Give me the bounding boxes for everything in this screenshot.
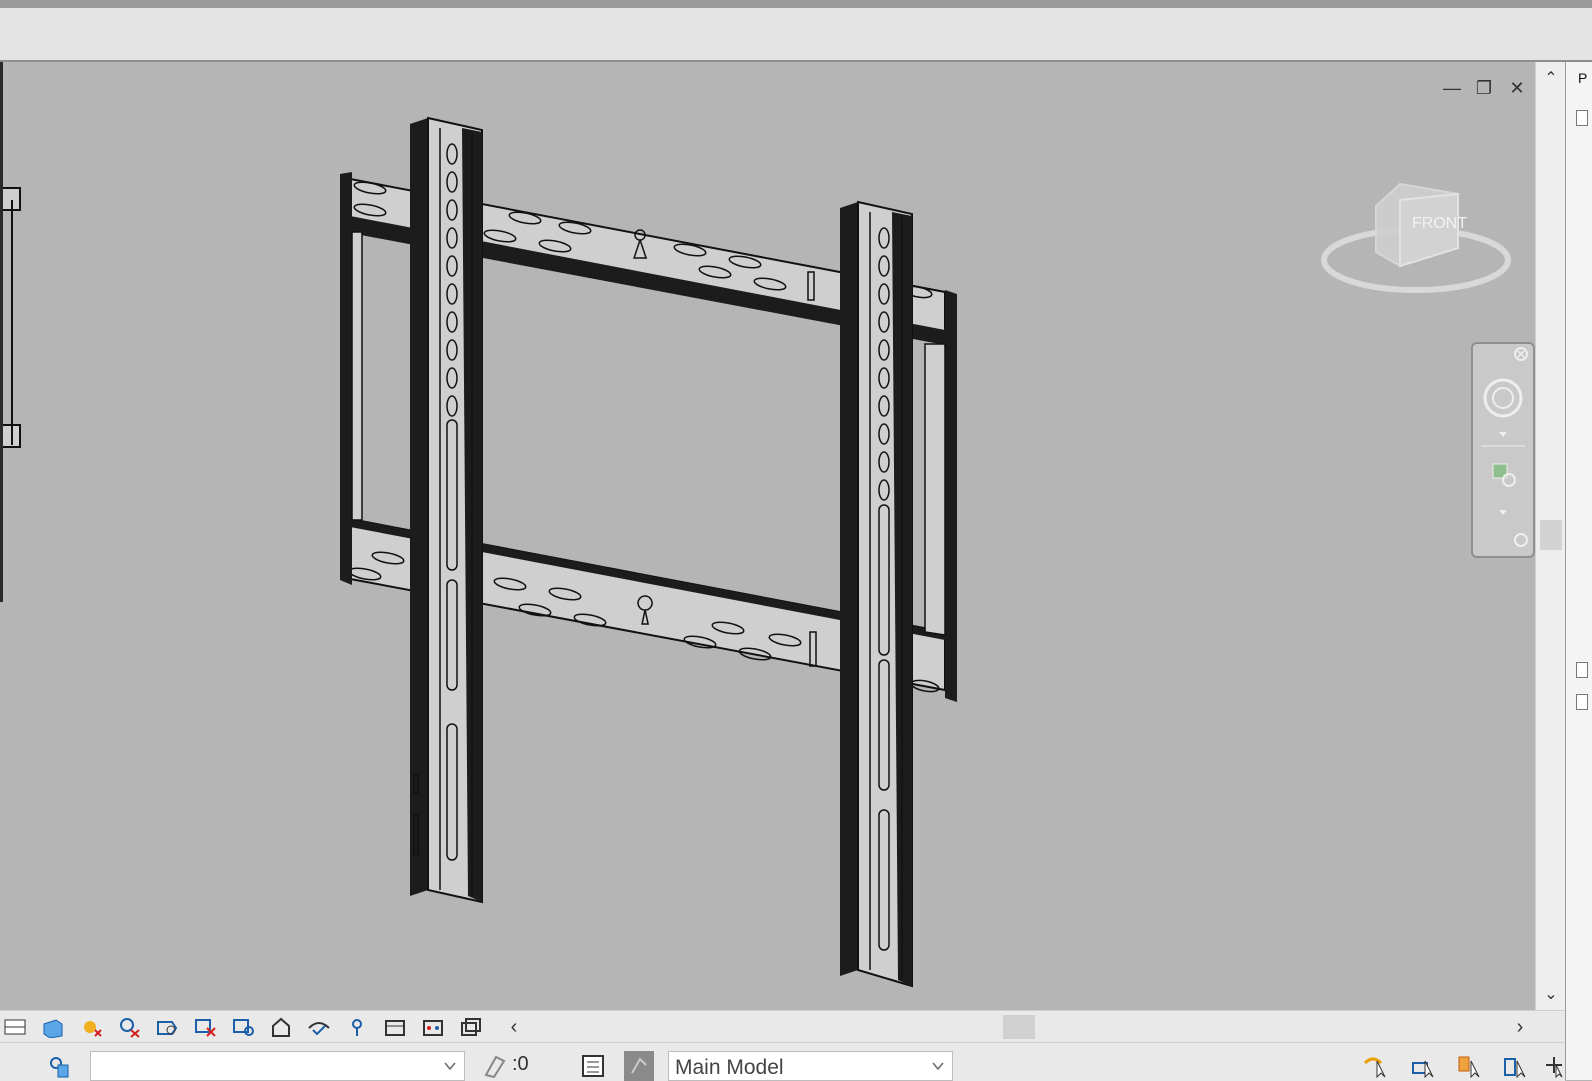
temporary-hide-icon[interactable]	[266, 1012, 296, 1042]
select-links-icon[interactable]	[1362, 1051, 1392, 1081]
chevron-down-icon[interactable]	[1499, 510, 1507, 515]
navigation-bar	[1471, 342, 1535, 558]
restore-icon[interactable]: ❐	[1473, 78, 1495, 98]
panel-checkbox[interactable]	[1576, 110, 1588, 126]
viewcube[interactable]: FRONT	[1318, 178, 1518, 308]
panel-checkbox[interactable]	[1576, 694, 1588, 710]
navbar-options-icon[interactable]	[1514, 533, 1528, 547]
design-option-combo-value: Main Model	[675, 1056, 784, 1079]
zoom-region-icon[interactable]	[1492, 463, 1516, 487]
navbar-close-icon[interactable]	[1514, 347, 1528, 361]
minimize-icon[interactable]: —	[1441, 78, 1463, 98]
scroll-left-icon[interactable]: ‹	[504, 1015, 524, 1039]
scroll-up-icon[interactable]: ⌃	[1542, 70, 1560, 88]
worksharing-display-icon[interactable]	[380, 1012, 410, 1042]
left-vertical-upright	[410, 116, 483, 904]
select-pinned-icon[interactable]	[1456, 1051, 1486, 1081]
scroll-right-icon[interactable]: ›	[1510, 1015, 1530, 1039]
right-vertical-upright	[840, 200, 913, 988]
status-bar: :0 Main Model	[0, 1042, 1565, 1081]
window-top-strip	[0, 0, 1592, 8]
show-crop-icon[interactable]	[228, 1012, 258, 1042]
panel-checkbox[interactable]	[1576, 662, 1588, 678]
chevron-down-icon[interactable]	[1499, 432, 1507, 437]
editing-requests-icon[interactable]	[578, 1051, 608, 1081]
analytical-model-icon[interactable]	[418, 1012, 448, 1042]
select-underlay-icon[interactable]	[1410, 1051, 1440, 1081]
chevron-down-icon[interactable]	[930, 1058, 946, 1074]
adjacent-element-left	[1, 187, 21, 448]
detail-level-icon[interactable]	[38, 1012, 68, 1042]
design-options-icon[interactable]	[624, 1051, 654, 1081]
select-by-face-icon[interactable]	[1502, 1051, 1532, 1081]
scale-icon[interactable]	[0, 1012, 30, 1042]
scroll-down-icon[interactable]: ⌄	[1542, 986, 1560, 1004]
highlight-displacement-icon[interactable]	[456, 1012, 486, 1042]
close-icon[interactable]: ✕	[1506, 78, 1528, 98]
vertical-scrollbar[interactable]: ⌃ ⌄	[1535, 62, 1566, 1010]
sun-path-icon[interactable]	[114, 1012, 144, 1042]
selection-filter-icon[interactable]	[480, 1051, 510, 1081]
viewport-left-edge	[0, 62, 3, 602]
shadows-icon[interactable]	[152, 1012, 182, 1042]
drag-elements-icon[interactable]	[1540, 1051, 1570, 1081]
chevron-down-icon[interactable]	[442, 1058, 458, 1074]
workset-combo[interactable]	[90, 1051, 465, 1081]
viewcube-face-label[interactable]: FRONT	[1412, 215, 1467, 232]
right-panel-label: P	[1578, 70, 1588, 86]
horizontal-scroll-thumb[interactable]	[1003, 1015, 1035, 1039]
ribbon-area	[0, 8, 1592, 62]
crop-view-icon[interactable]	[190, 1012, 220, 1042]
reveal-hidden-icon[interactable]	[304, 1012, 334, 1042]
3d-viewport[interactable]	[0, 62, 1535, 1010]
view-control-bar: ‹ ›	[0, 1010, 1565, 1043]
worksets-icon[interactable]	[44, 1051, 74, 1081]
lock-3d-view-icon[interactable]	[342, 1012, 372, 1042]
visual-style-icon[interactable]	[76, 1012, 106, 1042]
tv-wall-bracket-model	[1, 116, 957, 988]
vertical-scroll-thumb[interactable]	[1540, 520, 1562, 550]
steering-wheel-icon[interactable]	[1483, 378, 1523, 418]
properties-panel-edge: P	[1565, 62, 1592, 1080]
selection-count: :0	[512, 1053, 529, 1075]
design-option-combo[interactable]: Main Model	[668, 1051, 953, 1081]
